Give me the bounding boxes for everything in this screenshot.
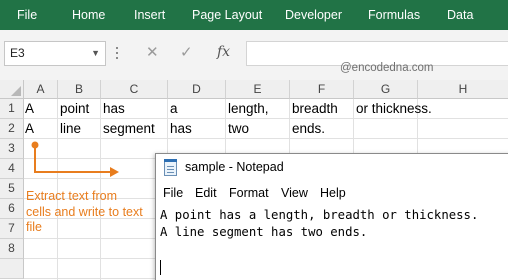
text-caret [160,260,161,275]
cell-e1[interactable]: length, [227,99,269,119]
notepad-menu-bar: File Edit Format View Help [156,184,508,204]
annotation-text: Extract text from cells and write to tex… [26,189,143,234]
row-header-2[interactable]: 2 [0,119,24,139]
select-all-corner[interactable] [0,80,24,99]
column-header-f[interactable]: F [290,80,354,99]
cell-a1[interactable]: A [24,99,34,119]
notepad-icon [164,159,177,176]
notepad-title-bar[interactable]: sample - Notepad [156,154,508,182]
row-header-7[interactable]: 7 [0,219,24,239]
notepad-title: sample - Notepad [185,160,284,174]
cell-c1[interactable]: has [102,99,125,119]
cell-a2[interactable]: A [24,119,34,139]
ribbon: File Home Insert Page Layout Developer F… [0,0,508,30]
column-header-b[interactable]: B [58,80,101,99]
name-box[interactable]: E3 ▼ [4,41,106,66]
cell-e2[interactable]: two [227,119,249,139]
column-header-c[interactable]: C [101,80,168,99]
tab-home[interactable]: Home [72,0,105,30]
cell-b1[interactable]: point [59,99,89,119]
column-header-d[interactable]: D [168,80,226,99]
column-header-g[interactable]: G [354,80,418,99]
menu-edit[interactable]: Edit [195,186,217,200]
chevron-down-icon[interactable]: ▼ [91,42,100,65]
column-header-e[interactable]: E [226,80,290,99]
cell-b2[interactable]: line [59,119,81,139]
cell-c2[interactable]: segment [102,119,155,139]
row-header-6[interactable]: 6 [0,199,24,219]
notepad-window[interactable]: sample - Notepad File Edit Format View H… [155,153,508,280]
row-header-5[interactable]: 5 [0,179,24,199]
tab-formulas[interactable]: Formulas [368,0,420,30]
cell-d1[interactable]: a [169,99,178,119]
cell-d2[interactable]: has [169,119,192,139]
check-icon[interactable]: ✓ [180,43,193,61]
tab-page-layout[interactable]: Page Layout [192,0,262,30]
watermark: @encodedna.com [340,62,434,74]
menu-format[interactable]: Format [229,186,269,200]
row-header-4[interactable]: 4 [0,159,24,179]
close-icon[interactable]: ✕ [146,43,159,61]
cell-f2[interactable]: ends. [291,119,325,139]
cell-g1[interactable]: or thickness. [355,99,432,119]
menu-file[interactable]: File [163,186,183,200]
tab-insert[interactable]: Insert [134,0,165,30]
column-header-a[interactable]: A [24,80,58,99]
column-header-h[interactable]: H [418,80,508,99]
text-line-1: A point has a length, breadth or thickne… [160,208,479,222]
row-header-9[interactable] [0,259,24,279]
insert-function-button[interactable]: fx [217,44,230,60]
tab-developer[interactable]: Developer [285,0,342,30]
tab-file[interactable]: File [17,0,37,30]
name-box-value: E3 [10,46,25,60]
row-header-8[interactable]: 8 [0,239,24,259]
menu-view[interactable]: View [281,186,308,200]
menu-help[interactable]: Help [320,186,346,200]
notepad-text-area[interactable]: A point has a length, breadth or thickne… [156,205,508,280]
row-header-1[interactable]: 1 [0,99,24,119]
text-line-2: A line segment has two ends. [160,225,368,239]
drag-handle-icon[interactable] [114,47,120,59]
tab-data[interactable]: Data [447,0,473,30]
row-header-3[interactable]: 3 [0,139,24,159]
cell-f1[interactable]: breadth [291,99,338,119]
